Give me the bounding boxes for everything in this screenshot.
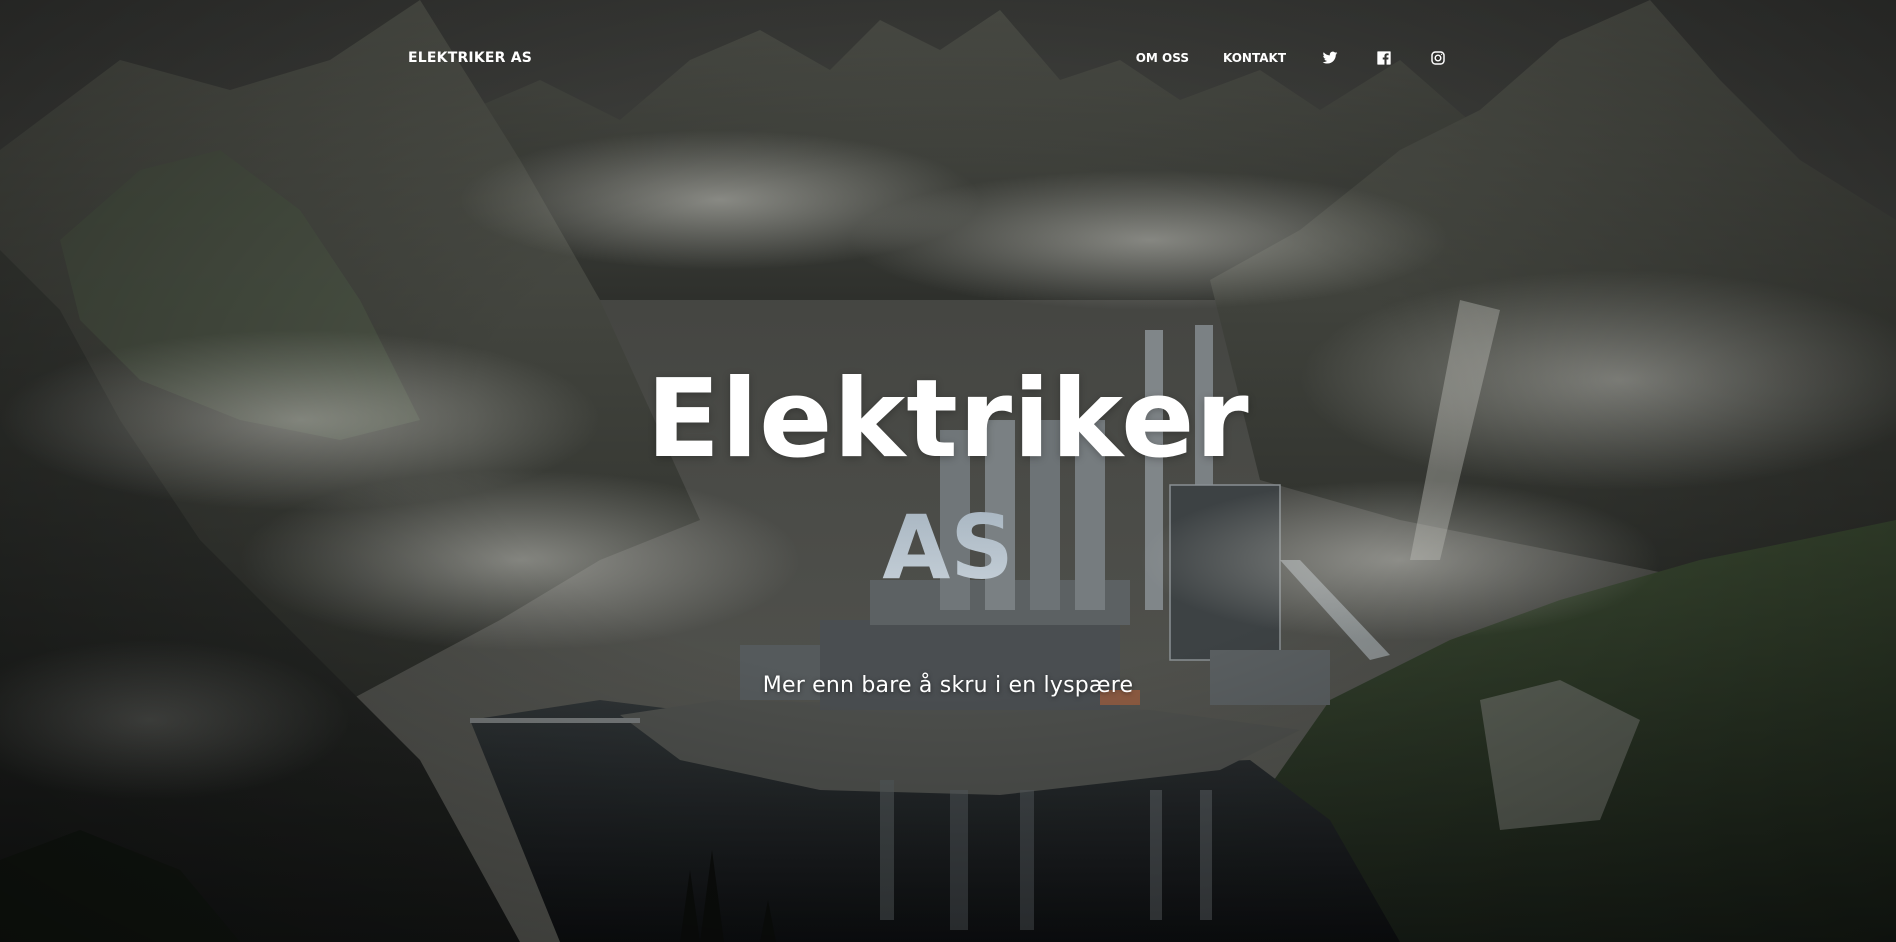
facebook-icon: [1376, 50, 1392, 66]
hero-section: ELEKTRIKER AS OM OSS KONTAKT Elektriker …: [0, 0, 1896, 942]
top-navigation: ELEKTRIKER AS OM OSS KONTAKT: [0, 0, 1896, 118]
hero-subtitle: Mer enn bare å skru i en lyspære: [762, 673, 1134, 698]
twitter-icon: [1322, 50, 1338, 66]
nav-link-kontakt[interactable]: KONTAKT: [1223, 46, 1286, 70]
brand-logo-link[interactable]: ELEKTRIKER AS: [408, 50, 532, 66]
twitter-link[interactable]: [1320, 46, 1340, 70]
hero-title-line1: Elektriker: [646, 357, 1250, 482]
nav-link-om-oss[interactable]: OM OSS: [1136, 46, 1189, 70]
instagram-link[interactable]: [1428, 46, 1448, 70]
hero-title-line2: AS: [0, 496, 1896, 600]
instagram-icon: [1430, 50, 1446, 66]
facebook-link[interactable]: [1374, 46, 1394, 70]
nav-links: OM OSS KONTAKT: [1136, 46, 1448, 70]
